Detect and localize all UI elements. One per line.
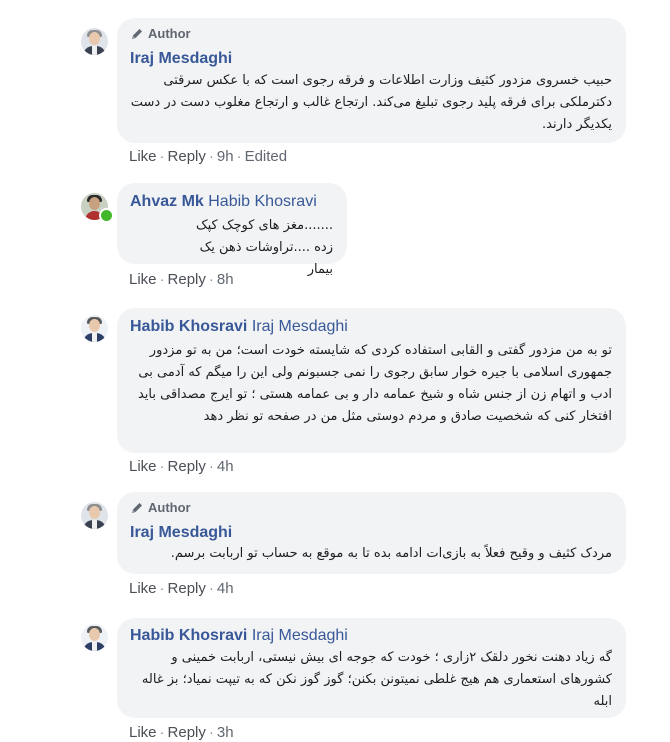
comment-timestamp[interactable]: 9h [217, 148, 234, 165]
comment-actions: Like · Reply · 3h [129, 724, 234, 741]
comment-timestamp[interactable]: 4h [217, 458, 234, 475]
comment-text: مردک کثیف و وقیح فعلاً به بازی‌ات ادامه … [170, 546, 612, 561]
comment-bubble: Author Iraj Mesdaghi حبیب خسروی مزدور کث… [117, 18, 626, 143]
author-badge-label: Author [148, 26, 191, 41]
mention-link[interactable]: Iraj Mesdaghi [252, 627, 348, 644]
avatar[interactable] [81, 624, 108, 651]
comment-actions: Like · Reply · 4h [129, 458, 234, 475]
comment-author-name[interactable]: Iraj Mesdaghi [130, 50, 232, 67]
comment-actions: Like · Reply · 9h · Edited [129, 148, 288, 165]
comment-author-name[interactable]: Ahvaz Mk [130, 193, 204, 210]
comment-bubble: Ahvaz Mk Habib Khosravi .......مغز های ک… [117, 183, 347, 277]
reply-link[interactable]: Reply [168, 271, 206, 288]
comment-timestamp[interactable]: 4h [217, 580, 234, 597]
avatar[interactable] [81, 315, 108, 342]
author-badge: Author [130, 500, 191, 515]
mention-link[interactable]: Habib Khosravi [208, 193, 317, 210]
like-link[interactable]: Like [129, 724, 157, 741]
comment-text: حبیب خسروی مزدور کثیف وزارت اطلاعات و فر… [130, 73, 612, 132]
reply-link[interactable]: Reply [168, 724, 206, 741]
like-link[interactable]: Like [129, 580, 157, 597]
reply-link[interactable]: Reply [168, 580, 206, 597]
comment-actions: Like · Reply · 8h [129, 271, 234, 288]
pencil-icon [132, 28, 142, 39]
comment-bubble: Habib Khosravi Iraj Mesdaghi تو به من مز… [117, 308, 626, 453]
like-link[interactable]: Like [129, 458, 157, 475]
avatar[interactable] [81, 28, 108, 55]
comment-text: تو به من مزدور گفتی و القابی استفاده کرد… [137, 343, 612, 424]
comment-author-name[interactable]: Iraj Mesdaghi [130, 524, 232, 541]
online-status-icon [99, 208, 114, 223]
comment-bubble: Habib Khosravi Iraj Mesdaghi گه زیاد دهن… [117, 618, 626, 718]
author-badge-label: Author [148, 500, 191, 515]
mention-link[interactable]: Iraj Mesdaghi [252, 318, 348, 335]
comment-timestamp[interactable]: 8h [217, 271, 234, 288]
comment-timestamp[interactable]: 3h [217, 724, 234, 741]
reply-link[interactable]: Reply [168, 148, 206, 165]
author-badge: Author [130, 26, 191, 41]
avatar[interactable] [81, 502, 108, 529]
comment-author-name[interactable]: Habib Khosravi [130, 627, 247, 644]
comment-text: گه زیاد دهنت نخور دلقک ۲زاری ؛ خودت که ج… [141, 650, 612, 709]
reply-link[interactable]: Reply [168, 458, 206, 475]
edited-label[interactable]: Edited [245, 148, 288, 165]
comment-bubble: Author Iraj Mesdaghi مردک کثیف و وقیح فع… [117, 492, 626, 574]
like-link[interactable]: Like [129, 271, 157, 288]
like-link[interactable]: Like [129, 148, 157, 165]
pencil-icon [132, 502, 142, 513]
comment-actions: Like · Reply · 4h [129, 580, 234, 597]
comment-author-name[interactable]: Habib Khosravi [130, 318, 247, 335]
